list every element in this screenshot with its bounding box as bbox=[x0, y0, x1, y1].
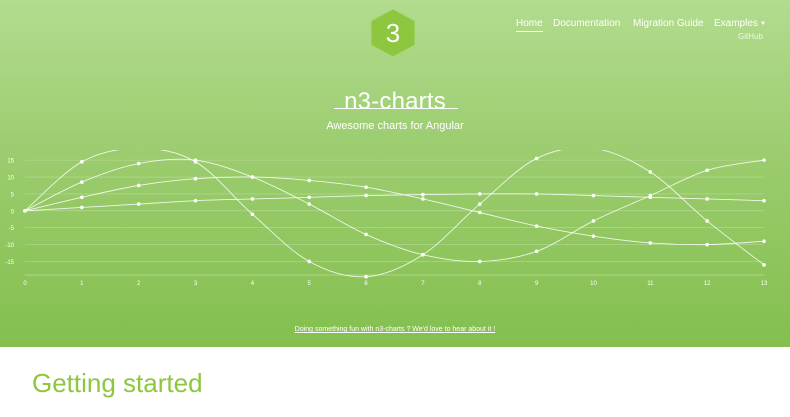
hero-banner: 3 Home Documentation Migration Guide Exa… bbox=[0, 0, 790, 347]
data-point bbox=[80, 205, 84, 210]
data-point bbox=[250, 175, 255, 179]
x-tick-label: 1 bbox=[80, 281, 84, 287]
data-point bbox=[648, 195, 653, 200]
data-point bbox=[364, 232, 368, 237]
data-point bbox=[648, 241, 653, 245]
y-tick-label: -10 bbox=[5, 243, 14, 249]
line-chart: 151050-5-10-150 1 2 3 4 5 6 7 8 9 10 11 12 13 bbox=[5, 150, 768, 287]
y-tick-label: 5 bbox=[11, 192, 15, 198]
data-point bbox=[193, 198, 198, 203]
data-point bbox=[705, 168, 709, 173]
nav-examples[interactable]: Examples bbox=[714, 18, 758, 29]
data-point bbox=[705, 197, 709, 201]
data-point bbox=[477, 259, 482, 264]
data-point bbox=[80, 160, 84, 164]
x-tick-label: 11 bbox=[647, 281, 654, 287]
data-point bbox=[591, 219, 596, 223]
y-tick-label: 0 bbox=[11, 209, 15, 215]
data-point bbox=[477, 202, 482, 206]
x-tick-label: 9 bbox=[535, 281, 539, 287]
nav-documentation[interactable]: Documentation bbox=[553, 18, 620, 29]
data-point bbox=[23, 209, 27, 213]
x-tick-label: 2 bbox=[137, 281, 141, 287]
x-tick-label: 5 bbox=[308, 281, 312, 287]
data-point bbox=[762, 263, 766, 267]
x-tick-label: 4 bbox=[251, 281, 255, 287]
logo-glyph: 3 bbox=[386, 18, 400, 48]
data-point bbox=[477, 192, 482, 196]
data-point bbox=[136, 183, 141, 188]
x-tick-label: 12 bbox=[704, 281, 711, 287]
data-point bbox=[364, 185, 368, 189]
data-point bbox=[591, 193, 596, 198]
series-line-4 bbox=[24, 193, 765, 212]
data-point bbox=[477, 210, 482, 215]
data-point bbox=[364, 193, 368, 198]
chevron-down-icon[interactable]: ▼ bbox=[760, 21, 766, 27]
y-tick-label: 15 bbox=[7, 159, 14, 165]
data-point bbox=[648, 170, 653, 174]
section-heading: Getting started bbox=[32, 368, 203, 398]
y-tick-label: 10 bbox=[7, 176, 14, 182]
data-point bbox=[193, 158, 198, 162]
data-point bbox=[762, 198, 766, 203]
data-point bbox=[80, 180, 84, 184]
page-subtitle: Awesome charts for Angular bbox=[326, 120, 464, 132]
n3-logo[interactable]: 3 bbox=[371, 9, 415, 57]
data-point bbox=[307, 195, 312, 200]
feedback-link[interactable]: Doing something fun with n3-charts ? We'… bbox=[0, 326, 790, 333]
series-line-1 bbox=[24, 150, 765, 278]
page-title: n3-charts bbox=[344, 88, 446, 116]
x-tick-label: 3 bbox=[194, 281, 198, 287]
data-point bbox=[250, 212, 255, 216]
data-point bbox=[193, 176, 198, 181]
data-point bbox=[250, 197, 255, 201]
data-point bbox=[762, 158, 766, 162]
x-tick-label: 10 bbox=[590, 281, 597, 287]
x-tick-label: 7 bbox=[421, 281, 425, 287]
y-tick-label: -5 bbox=[9, 226, 15, 232]
data-point bbox=[364, 274, 368, 279]
data-point bbox=[705, 219, 709, 223]
data-point bbox=[534, 224, 539, 228]
data-point bbox=[307, 178, 312, 183]
data-point bbox=[136, 161, 141, 166]
x-tick-label: 6 bbox=[364, 281, 368, 287]
nav-migration-guide[interactable]: Migration Guide bbox=[633, 18, 704, 29]
data-point bbox=[80, 195, 84, 200]
data-point bbox=[534, 249, 539, 254]
y-tick-label: -15 bbox=[5, 260, 14, 266]
x-tick-label: 13 bbox=[761, 281, 768, 287]
nav-home[interactable]: Home bbox=[516, 18, 543, 32]
data-point bbox=[307, 202, 312, 206]
data-point bbox=[534, 192, 539, 196]
data-point bbox=[136, 202, 141, 206]
nav-dropdown-item[interactable]: GitHub bbox=[738, 32, 763, 41]
data-point bbox=[421, 192, 425, 197]
x-tick-label: 8 bbox=[478, 281, 482, 287]
series-line-2 bbox=[24, 158, 765, 262]
title-underline bbox=[334, 108, 458, 109]
data-point bbox=[705, 242, 709, 247]
data-point bbox=[307, 259, 312, 264]
data-point bbox=[762, 239, 766, 244]
data-point bbox=[591, 234, 596, 238]
data-point bbox=[421, 252, 425, 257]
data-point bbox=[421, 197, 425, 201]
x-tick-label: 0 bbox=[23, 281, 27, 287]
data-point bbox=[534, 156, 539, 161]
